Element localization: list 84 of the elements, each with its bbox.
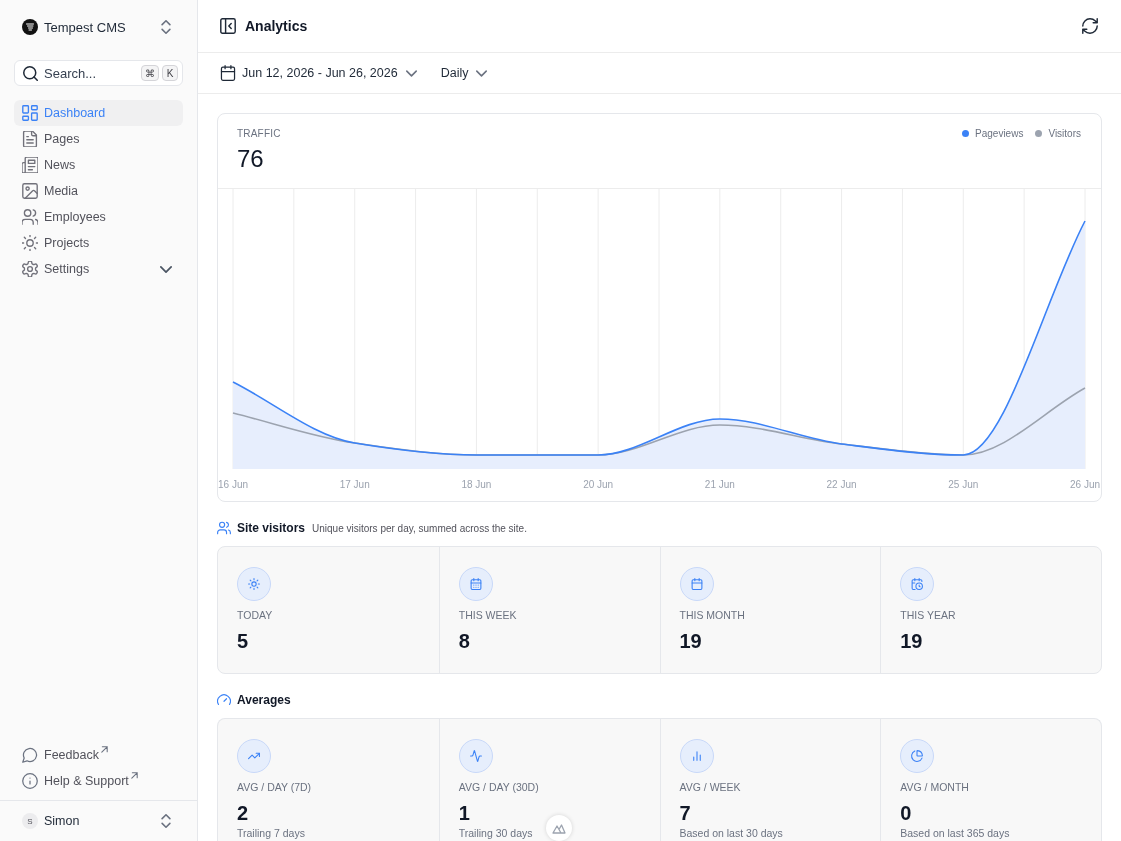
- axis-label: 21 Jun: [704, 479, 735, 490]
- trend-up-icon: [237, 739, 271, 773]
- section-title: Averages: [237, 693, 291, 707]
- users-icon: [22, 209, 38, 225]
- traffic-total: 76: [237, 145, 265, 173]
- grid-icon: [22, 105, 38, 121]
- stat-value: 2: [237, 801, 249, 825]
- nav-item[interactable]: Pages: [14, 126, 183, 152]
- pulse-icon: [458, 739, 493, 773]
- nav-item[interactable]: Settings: [14, 256, 183, 282]
- external-link-icon: [100, 746, 108, 753]
- card-label: TRAFFIC: [237, 128, 281, 139]
- nav-item[interactable]: Employees: [14, 204, 183, 230]
- section-title: Site visitors: [237, 521, 306, 535]
- chevron-up-down-icon: [160, 20, 172, 34]
- info-icon: [22, 773, 38, 789]
- footer-link[interactable]: Feedback: [14, 742, 183, 768]
- stat-value: 19: [900, 629, 923, 653]
- stat-value: 7: [679, 801, 691, 825]
- legend-label: Pageviews: [975, 128, 1024, 139]
- axis-label: 22 Jun: [826, 479, 857, 490]
- speech-bubble-icon: [22, 747, 38, 763]
- image-icon: [22, 183, 38, 199]
- legend-label: Visitors: [1048, 128, 1081, 139]
- stat-value: 19: [679, 629, 702, 653]
- stat-note: Trailing 7 days: [237, 827, 305, 839]
- interval-select[interactable]: Daily: [440, 60, 488, 86]
- axis-label: 25 Jun: [948, 479, 979, 490]
- axis-label: 16 Jun: [218, 479, 248, 490]
- sidebar-panel-icon: [220, 18, 236, 34]
- sun-icon: [22, 235, 38, 251]
- chevron-down-icon: [476, 69, 488, 77]
- calendar-icon: [220, 65, 236, 81]
- stat-label: AVG / MONTH: [900, 781, 969, 793]
- axis-label: 18 Jun: [461, 479, 492, 490]
- document-icon: [22, 131, 38, 147]
- newspaper-icon: [22, 157, 38, 173]
- stat-note: Based on last 365 days: [900, 827, 1010, 839]
- calendar-icon: [679, 567, 714, 601]
- workspace-switcher[interactable]: Tempest CMS: [14, 11, 183, 43]
- axis-label: 26 Jun: [1070, 479, 1100, 490]
- chevron-down-icon: [160, 265, 172, 273]
- nav-item[interactable]: News: [14, 152, 183, 178]
- stat-label: THIS MONTH: [679, 609, 745, 621]
- shortcut-key: ⌘: [141, 65, 159, 81]
- axis-label: 20 Jun: [583, 479, 614, 490]
- stat-label: AVG / DAY (30D): [458, 781, 539, 793]
- stat-label: THIS YEAR: [900, 609, 956, 621]
- stat-label: THIS WEEK: [458, 609, 517, 621]
- stat-value: 8: [458, 629, 470, 653]
- stat-value: 1: [458, 801, 470, 825]
- stat-label: TODAY: [237, 609, 273, 621]
- calendar-clock-icon: [900, 567, 935, 601]
- bar-chart-icon: [679, 739, 714, 773]
- chevron-down-icon: [405, 69, 417, 77]
- external-link-icon: [130, 772, 138, 779]
- date-range-picker[interactable]: Jun 12, 2026 - Jun 26, 2026: [220, 60, 417, 86]
- stat-note: Trailing 30 days: [458, 827, 533, 839]
- search-icon: [23, 65, 38, 81]
- users-icon: [217, 521, 231, 535]
- user-avatar: S: [22, 813, 38, 829]
- sun-icon: [237, 567, 271, 601]
- nav-item[interactable]: Media: [14, 178, 183, 204]
- section-description: Unique visitors per day, summed across the site.: [312, 522, 527, 534]
- gauge-icon: [217, 693, 231, 707]
- shortcut-key: K: [162, 65, 178, 81]
- page-title: Analytics: [245, 18, 309, 34]
- stat-label: AVG / DAY (7D): [237, 781, 312, 793]
- refresh-icon: [1082, 18, 1098, 34]
- stat-value: 0: [900, 801, 912, 825]
- user-menu-button[interactable]: S Simon: [14, 807, 183, 835]
- calendar-grid-icon: [458, 567, 493, 601]
- search-button[interactable]: Search... ⌘ K: [14, 60, 183, 86]
- logo-icon: [22, 19, 38, 35]
- footer-link[interactable]: Help & Support: [14, 768, 183, 794]
- gear-icon: [22, 261, 38, 277]
- pie-chart-icon: [900, 739, 935, 773]
- stat-label: AVG / WEEK: [679, 781, 741, 793]
- axis-label: 17 Jun: [339, 479, 370, 490]
- nav-item[interactable]: Projects: [14, 230, 183, 256]
- chevron-up-down-icon: [160, 814, 172, 828]
- stat-note: Based on last 30 days: [679, 827, 783, 839]
- mountain-icon: [552, 822, 566, 834]
- stat-value: 5: [237, 629, 249, 653]
